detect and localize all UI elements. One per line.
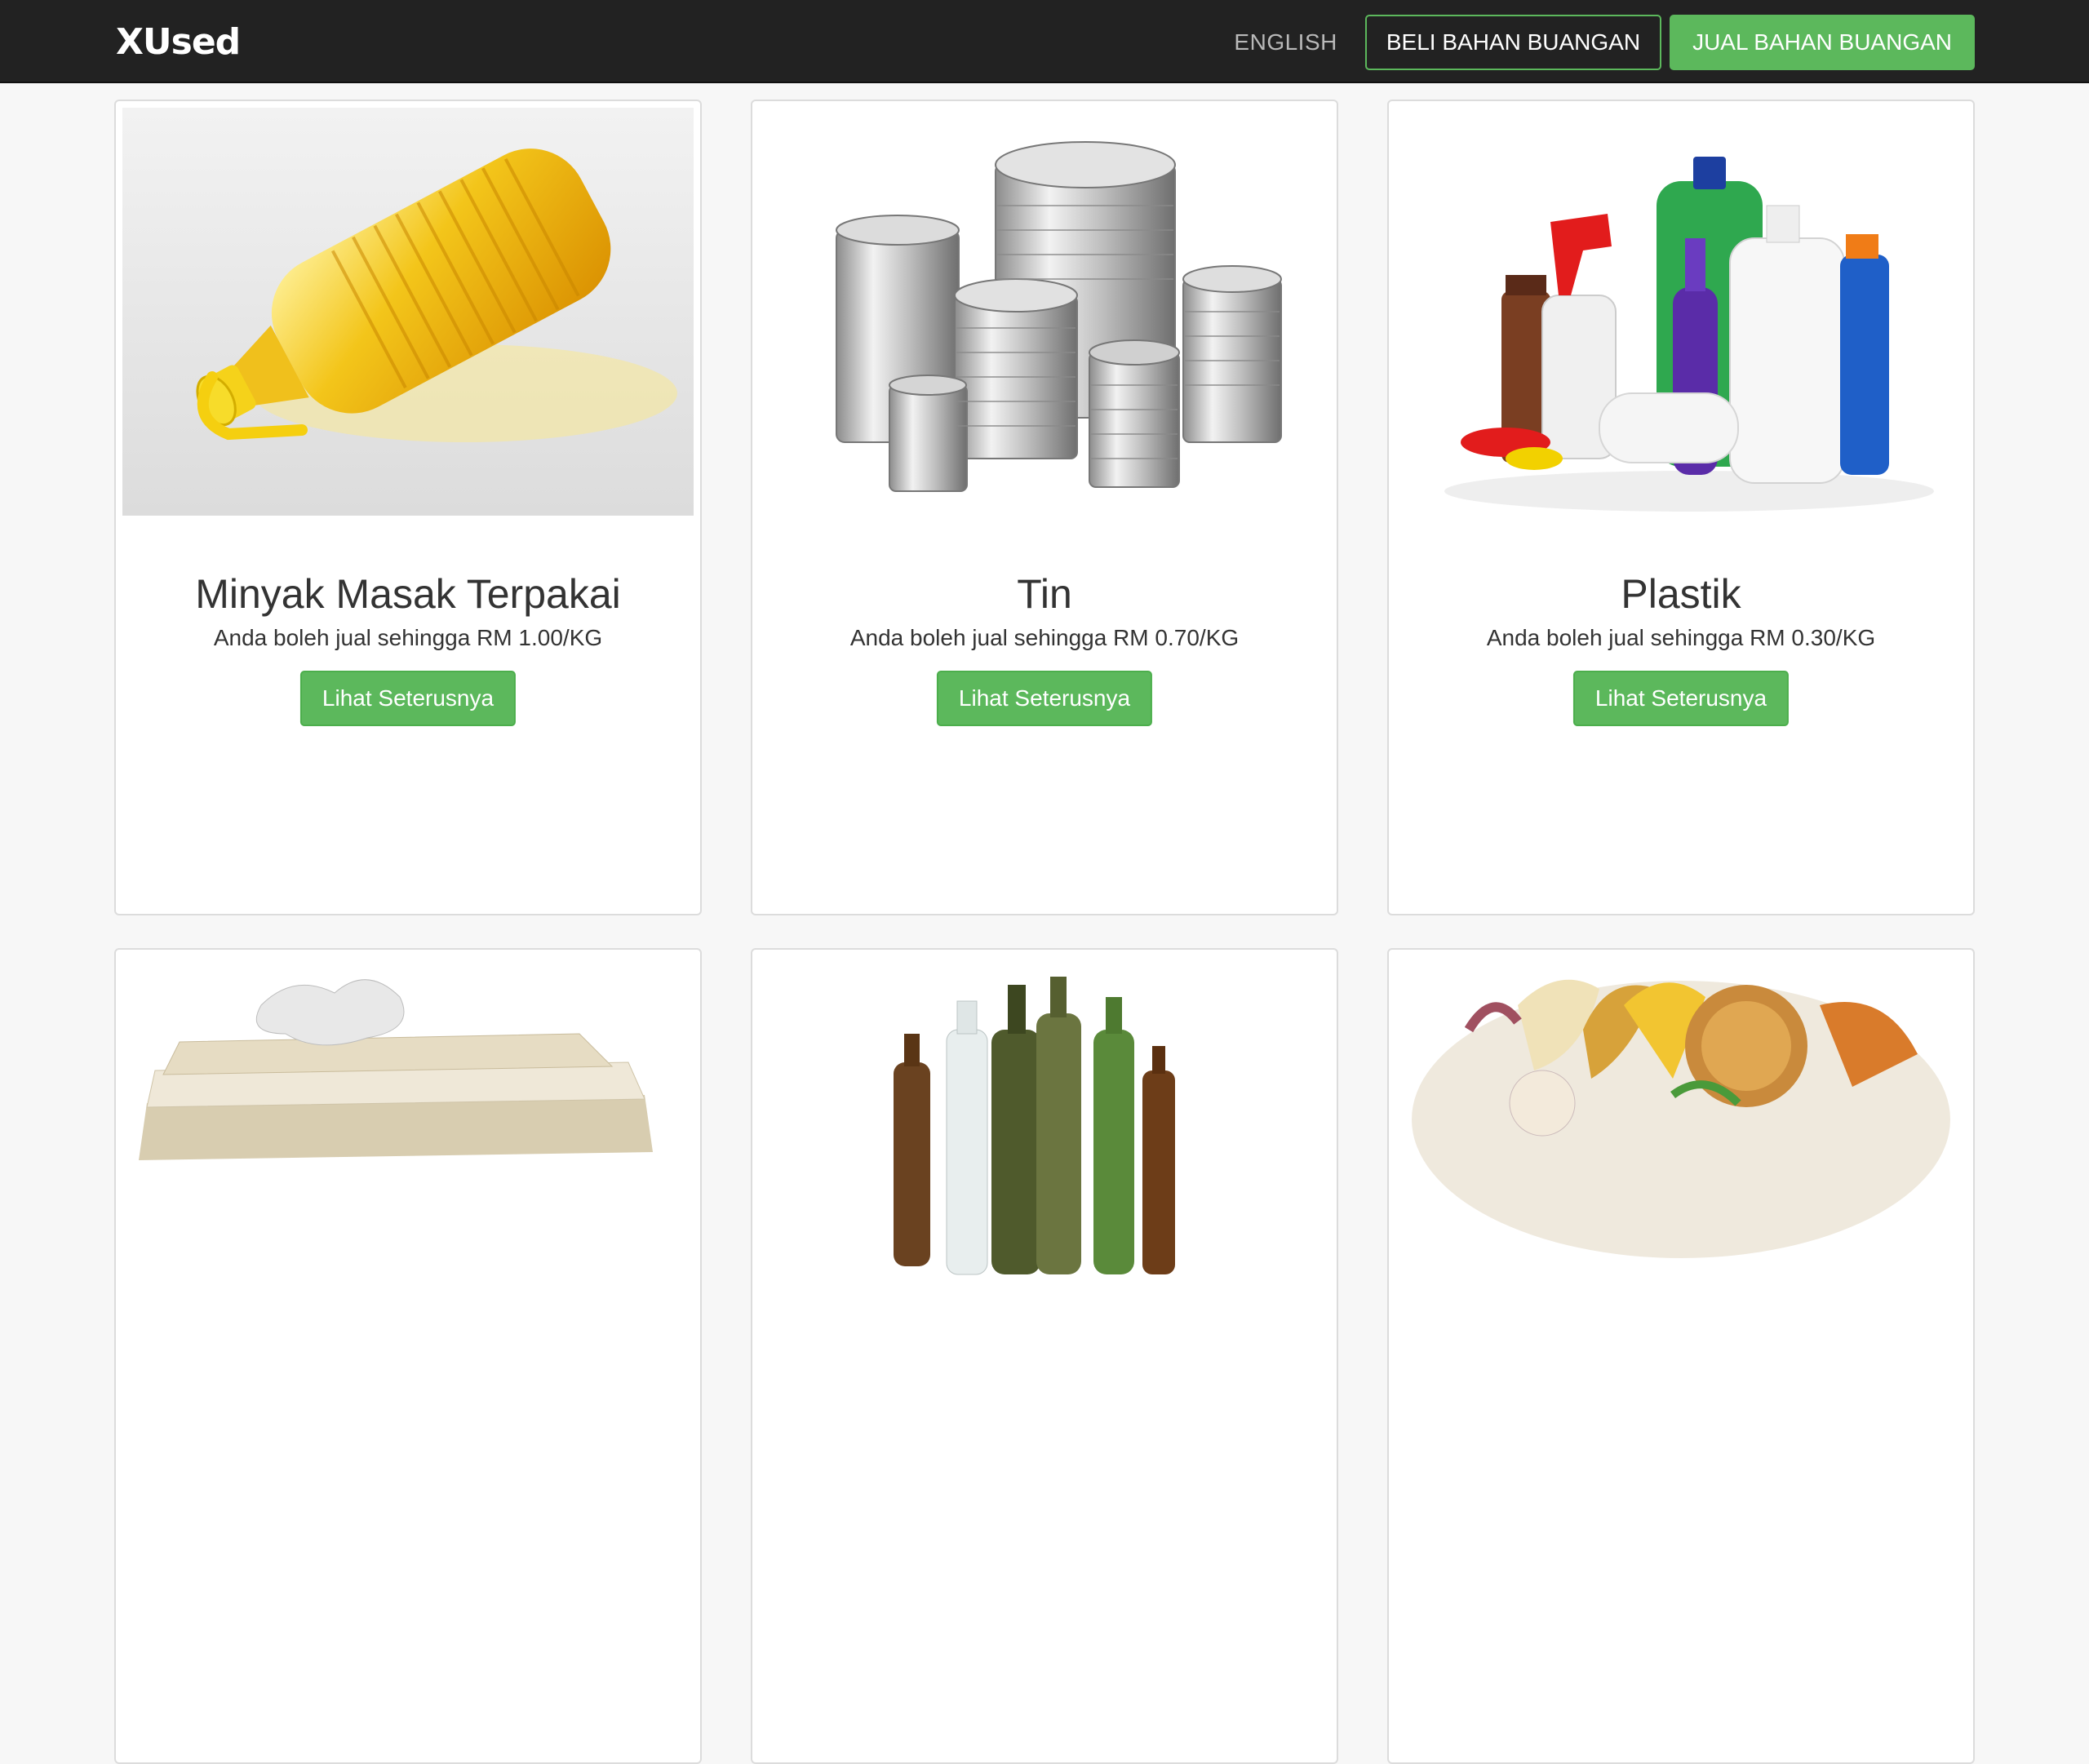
plastic-bottles-image: [1395, 108, 1967, 516]
cooking-oil-bottle-image: [122, 108, 694, 516]
product-card-plastic: Plastik Anda boleh jual sehingga RM 0.30…: [1387, 100, 1975, 915]
product-price: Anda boleh jual sehingga RM 0.70/KG: [849, 625, 1240, 650]
view-more-button[interactable]: Lihat Seterusnya: [936, 671, 1153, 726]
product-price: Anda boleh jual sehingga RM 0.30/KG: [1486, 625, 1876, 650]
product-price: Anda boleh jual sehingga RM 1.00/KG: [213, 625, 603, 650]
product-card-cooking-oil: Minyak Masak Terpakai Anda boleh jual se…: [114, 100, 702, 915]
language-link[interactable]: ENGLISH: [1234, 29, 1337, 55]
product-card-paper: [114, 948, 702, 1764]
food-waste-image: [1395, 956, 1967, 1364]
product-card-food-waste: [1387, 948, 1975, 1764]
brand-logo[interactable]: XUsed: [116, 24, 241, 60]
paper-image: [122, 956, 694, 1364]
view-more-button[interactable]: Lihat Seterusnya: [299, 671, 517, 726]
product-title: Tin: [1017, 571, 1072, 617]
product-card-tin: Tin Anda boleh jual sehingga RM 0.70/KG …: [751, 100, 1338, 915]
glass-bottles-image: [759, 956, 1330, 1364]
navbar-actions: ENGLISH BELI BAHAN BUANGAN JUAL BAHAN BU…: [1234, 15, 1975, 70]
navbar: XUsed ENGLISH BELI BAHAN BUANGAN JUAL BA…: [0, 0, 2089, 83]
view-more-button[interactable]: Lihat Seterusnya: [1572, 671, 1790, 726]
tin-cans-image: [759, 108, 1330, 516]
product-title: Minyak Masak Terpakai: [195, 571, 621, 617]
product-title: Plastik: [1621, 571, 1741, 617]
buy-waste-button[interactable]: BELI BAHAN BUANGAN: [1364, 15, 1662, 70]
product-card-glass: [751, 948, 1338, 1764]
sell-waste-button[interactable]: JUAL BAHAN BUANGAN: [1670, 15, 1975, 70]
